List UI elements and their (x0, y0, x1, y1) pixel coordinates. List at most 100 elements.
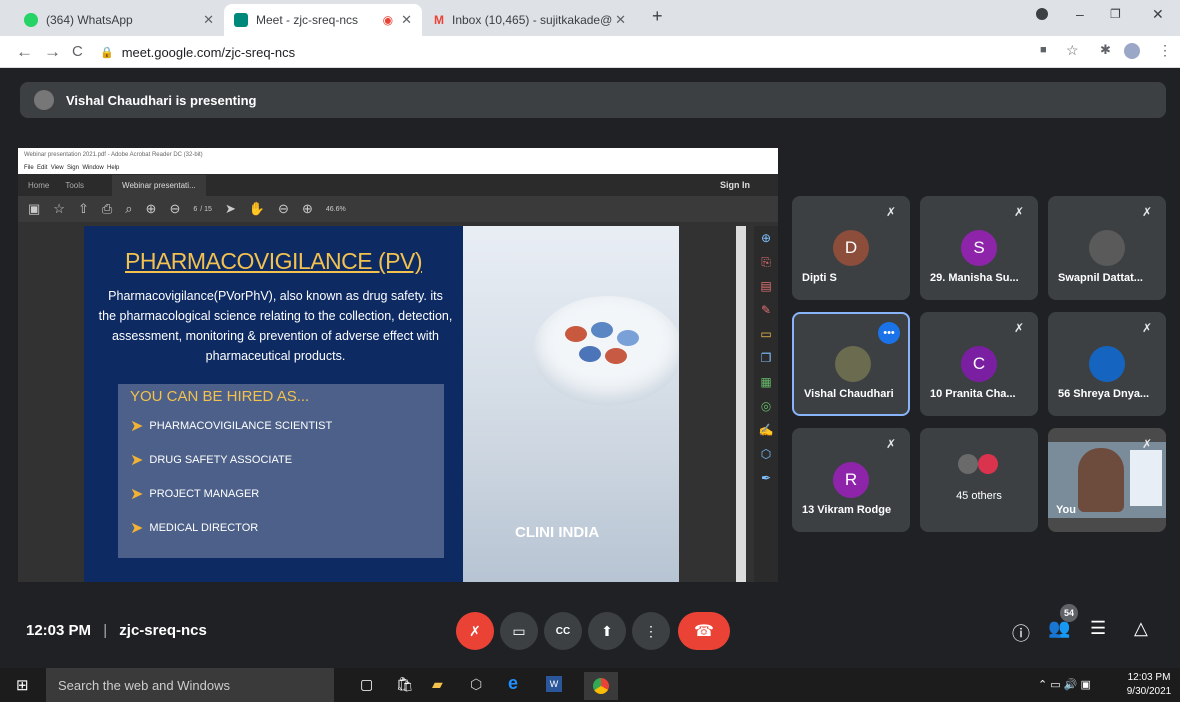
avatar (1089, 230, 1125, 266)
back-icon[interactable]: ← (16, 42, 33, 62)
close-icon[interactable]: ✕ (401, 12, 412, 28)
role-label: PROJECT MANAGER (149, 488, 260, 500)
prev-page-icon[interactable]: ⊕ (146, 201, 157, 217)
participant-name: You (1056, 504, 1076, 516)
page-number[interactable]: 6 (193, 206, 197, 213)
participant-tile[interactable]: ✗ 56 Shreya Dnya... (1048, 312, 1166, 416)
more-options-button[interactable]: ••• (878, 322, 900, 344)
participant-name: 13 Vikram Rodge (802, 504, 892, 516)
avatar (34, 90, 54, 110)
windows-start-icon[interactable]: ⊞ (16, 676, 29, 694)
camera-icon[interactable]: ■ (1040, 44, 1047, 56)
info-icon[interactable]: ⓘ (1012, 620, 1030, 646)
zoom-level[interactable]: 46.6% (326, 206, 346, 213)
export-icon[interactable]: ⎘ (754, 250, 778, 274)
participant-tile[interactable]: ✗ D Dipti S (792, 196, 910, 300)
zoom-out-icon[interactable]: ⊖ (278, 201, 289, 217)
tab-meet[interactable]: Meet - zjc-sreq-ncs ◉ ✕ (224, 4, 422, 36)
combine-icon[interactable]: ❐ (754, 346, 778, 370)
taskbar-time: 12:03 PM (1127, 672, 1171, 683)
tray-icons[interactable]: ⌃ ▭ 🔊 ▣ (1038, 678, 1091, 691)
upload-icon[interactable]: ⇧ (78, 201, 89, 217)
list-item: ➤ PHARMACOVIGILANCE SCIENTIST (130, 416, 332, 436)
sign-icon[interactable]: ✒ (754, 466, 778, 490)
participant-count-badge: 54 (1060, 604, 1078, 622)
restore-button[interactable]: ❐ (1110, 7, 1121, 21)
print-icon[interactable]: ⎙ (102, 201, 112, 217)
avatar[interactable] (1124, 43, 1140, 59)
taskbar-search[interactable]: Search the web and Windows (46, 668, 334, 702)
edge-icon[interactable]: e (508, 673, 518, 694)
participant-tile-active[interactable]: ••• Vishal Chaudhari (792, 312, 910, 416)
app-icon[interactable]: ⬡ (470, 676, 482, 693)
file-explorer-icon[interactable]: ▰ (432, 676, 443, 693)
hand-icon[interactable]: ✋ (249, 201, 265, 217)
participant-tile[interactable]: ✗ Swapnil Dattat... (1048, 196, 1166, 300)
taskbar: ⊞ Search the web and Windows ▢ 🛍 ▰ ⬡ e W… (0, 668, 1180, 702)
reload-icon[interactable]: C (72, 43, 83, 60)
tab-whatsapp[interactable]: (364) WhatsApp ✕ (14, 4, 224, 36)
sheet-icon[interactable]: ▦ (754, 370, 778, 394)
next-page-icon[interactable]: ⊖ (169, 201, 180, 217)
fill-sign-icon[interactable]: ✍ (754, 418, 778, 442)
menu-edit[interactable]: Edit (37, 165, 47, 171)
menu-file[interactable]: File (24, 165, 34, 171)
tab-home[interactable]: Home (28, 181, 49, 190)
chat-icon[interactable]: ☰ (1090, 618, 1106, 639)
taskbar-clock[interactable]: 12:03 PM 9/30/2021 (1124, 671, 1174, 699)
organize-icon[interactable]: ▤ (754, 274, 778, 298)
star-icon[interactable]: ☆ (1066, 42, 1079, 59)
menu-help[interactable]: Help (107, 165, 119, 171)
minimize-button[interactable]: – (1076, 6, 1084, 22)
protect-icon[interactable]: ⬡ (754, 442, 778, 466)
new-tab-button[interactable]: + (652, 6, 663, 27)
forward-icon[interactable]: → (44, 42, 61, 62)
scrollbar[interactable] (736, 226, 746, 582)
sign-in-button[interactable]: Sign In (720, 180, 750, 190)
camera-toggle-button[interactable]: ▭ (500, 612, 538, 650)
tab-tools[interactable]: Tools (65, 181, 84, 190)
present-button[interactable]: ⬆ (588, 612, 626, 650)
url-field[interactable]: 🔒 meet.google.com/zjc-sreq-ncs (100, 40, 1020, 64)
pill-image (591, 322, 613, 338)
bookmark-icon[interactable]: ☆ (53, 201, 65, 217)
close-icon[interactable]: ✕ (203, 12, 214, 28)
zoom-in-icon[interactable]: ⊕ (302, 201, 313, 217)
captions-button[interactable]: CC (544, 612, 582, 650)
compress-icon[interactable]: ◎ (754, 394, 778, 418)
menu-view[interactable]: View (51, 165, 64, 171)
edit-icon[interactable]: ✎ (754, 298, 778, 322)
task-view-icon[interactable]: ▢ (360, 676, 373, 693)
zoom-icon[interactable]: ⊕ (754, 226, 778, 250)
list-item: ➤ PROJECT MANAGER (130, 484, 259, 504)
extensions-icon[interactable]: ✱ (1100, 42, 1111, 58)
self-video-tile[interactable]: ✗ You (1048, 428, 1166, 532)
menu-window[interactable]: Window (82, 165, 103, 171)
tab-gmail[interactable]: M Inbox (10,465) - sujitkakade@gm ✕ (424, 4, 636, 36)
save-icon[interactable]: ▣ (28, 201, 40, 217)
tab-document[interactable]: Webinar presentati... (112, 174, 206, 196)
profile-icon[interactable] (1036, 8, 1048, 20)
mic-toggle-button[interactable]: ✗ (456, 612, 494, 650)
chrome-taskbar-button[interactable] (584, 672, 618, 700)
menu-icon[interactable]: ⋮ (1158, 42, 1172, 59)
word-icon[interactable]: W (546, 676, 562, 692)
more-options-button[interactable]: ⋮ (632, 612, 670, 650)
tab-label: Inbox (10,465) - sujitkakade@gm (452, 13, 612, 27)
pointer-icon[interactable]: ➤ (225, 201, 236, 217)
people-button[interactable]: 👥 54 (1048, 604, 1078, 639)
close-window-button[interactable]: ✕ (1152, 6, 1164, 23)
leave-call-button[interactable]: ☎ (678, 612, 730, 650)
comment-icon[interactable]: ▭ (754, 322, 778, 346)
shared-screen: Webinar presentation 2021.pdf - Adobe Ac… (18, 148, 778, 582)
mic-off-icon: ✗ (1141, 437, 1152, 451)
participant-tile-others[interactable]: 45 others (920, 428, 1038, 532)
menu-sign[interactable]: Sign (67, 165, 79, 171)
activities-icon[interactable]: △ (1134, 618, 1148, 639)
zoom-search-icon[interactable]: ⌕ (125, 201, 132, 217)
participant-tile[interactable]: ✗ S 29. Manisha Su... (920, 196, 1038, 300)
participant-tile[interactable]: ✗ R 13 Vikram Rodge (792, 428, 910, 532)
store-icon[interactable]: 🛍 (396, 676, 414, 693)
participant-tile[interactable]: ✗ C 10 Pranita Cha... (920, 312, 1038, 416)
close-icon[interactable]: ✕ (615, 12, 626, 28)
